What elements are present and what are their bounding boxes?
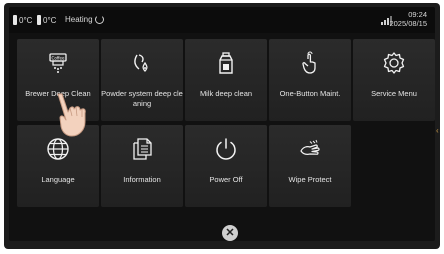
status-bar: 0°C 0°C Heating 09:24 2025/08/15 [9, 7, 435, 33]
tile-label: Power Off [209, 175, 243, 184]
svg-text:Coffee: Coffee [52, 56, 65, 61]
close-icon: ✕ [225, 227, 235, 239]
temperature-2-value: 0°C [43, 15, 57, 25]
gear-icon [382, 51, 406, 75]
temperature-2: 0°C [37, 15, 56, 25]
thermometer-icon [37, 15, 41, 25]
tile-label: Wipe Protect [288, 175, 332, 184]
tile-label: Powder system deep cle aning [101, 89, 183, 108]
tile-label: Milk deep clean [199, 89, 253, 98]
temperature-1: 0°C [13, 15, 32, 25]
tile-service-menu[interactable]: Service Menu [353, 39, 435, 121]
heating-label: Heating [65, 15, 93, 24]
tap-hand-icon [298, 51, 322, 75]
temperature-1-value: 0°C [19, 15, 33, 25]
tile-one-button-maint[interactable]: One-Button Maint. [269, 39, 351, 121]
powder-drop-icon [130, 51, 154, 75]
chevron-left-icon[interactable]: ‹ [436, 127, 440, 135]
tile-wipe-protect[interactable]: Wipe Protect [269, 125, 351, 207]
documents-icon [130, 137, 154, 161]
power-icon [214, 137, 238, 161]
loading-spinner-icon [94, 15, 104, 24]
tile-power-off[interactable]: Power Off [185, 125, 267, 207]
pointing-hand-icon [57, 93, 86, 137]
thermometer-icon [13, 15, 17, 25]
milk-carton-icon [214, 51, 238, 75]
clock-time: 09:24 [408, 10, 427, 19]
clock-date: 2025/08/15 [389, 19, 427, 28]
brewer-icon: Coffee [46, 51, 70, 75]
tile-label: Service Menu [371, 89, 417, 98]
tile-label: Language [41, 175, 75, 184]
tile-powder-deep-clean[interactable]: Powder system deep cle aning [101, 39, 183, 121]
wipe-hand-icon [298, 137, 322, 161]
heating-status: Heating [65, 15, 104, 24]
tile-label: One-Button Maint. [279, 89, 341, 98]
clock: 09:24 2025/08/15 [389, 10, 427, 28]
close-button[interactable]: ✕ [222, 225, 238, 241]
tile-milk-deep-clean[interactable]: Milk deep clean [185, 39, 267, 121]
tile-label: Information [123, 175, 161, 184]
tile-information[interactable]: Information [101, 125, 183, 207]
